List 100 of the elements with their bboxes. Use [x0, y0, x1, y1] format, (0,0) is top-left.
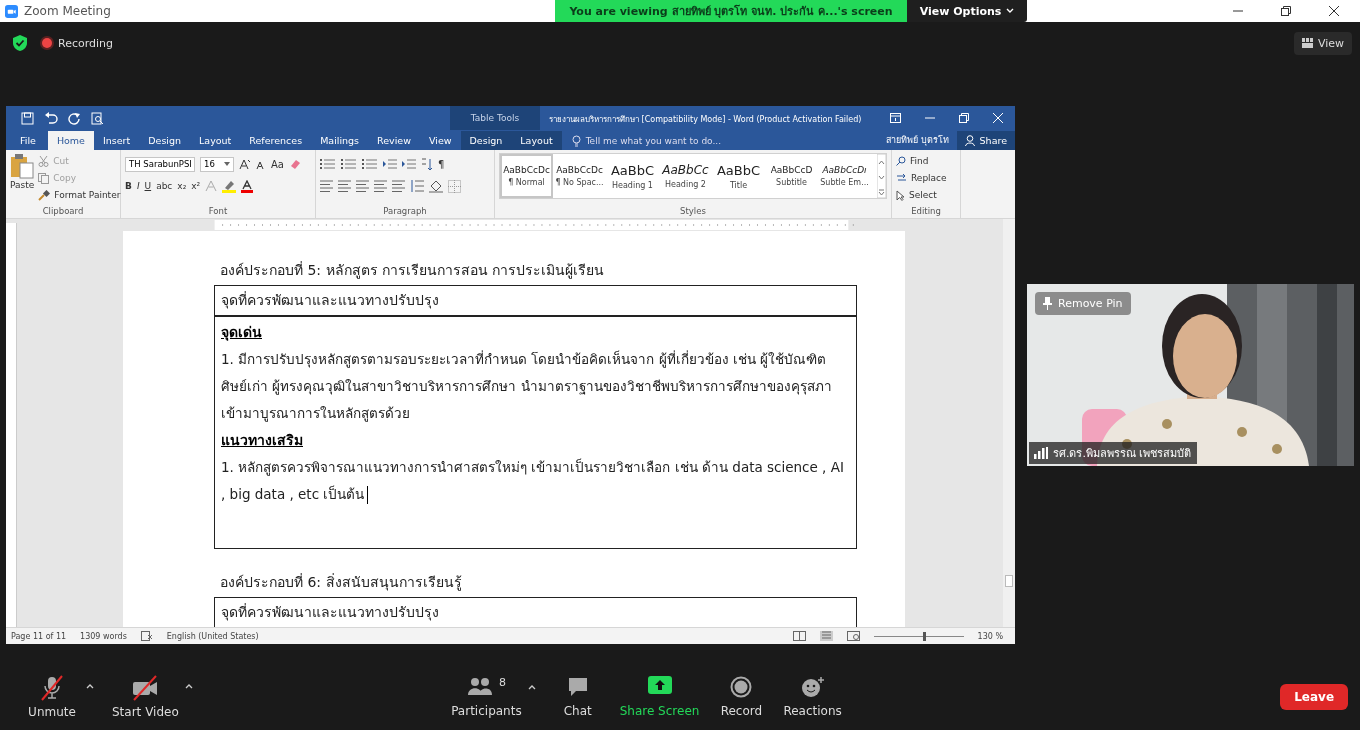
unmute-button[interactable]: Unmute [24, 675, 80, 719]
replace-button[interactable]: Replace [896, 170, 956, 186]
search-icon [896, 156, 906, 166]
document-title: รายงานผลบริหารการศึกษา [Compatibility Mode] - Word (Product Activation Failed) [549, 114, 862, 126]
word-count[interactable]: 1309 words [80, 631, 127, 641]
ribbon-tab[interactable]: File [6, 131, 48, 150]
camera-icon [131, 675, 160, 701]
style-tile[interactable]: AaBbCcD Subtitle [765, 154, 818, 198]
share-screen-icon [647, 676, 672, 694]
shield-icon[interactable] [12, 34, 28, 52]
zoom-slider[interactable] [873, 631, 964, 641]
ribbon-tab[interactable]: Insert [93, 131, 140, 150]
show-formatting-button[interactable]: ¶ [438, 158, 445, 170]
print-layout-icon[interactable] [819, 631, 833, 641]
ribbon-tab[interactable]: References [240, 131, 312, 150]
list-icon[interactable] [320, 158, 336, 170]
group-label: Editing [910, 206, 942, 216]
format-button[interactable]: B [125, 181, 132, 191]
user-name[interactable]: สายทิพย์ บุตรโท [885, 133, 949, 147]
align-icon[interactable] [356, 180, 369, 192]
reactions-button[interactable]: Reactions [783, 676, 842, 718]
subheading: แนวทางเสริม [221, 431, 304, 450]
grow-font-icon[interactable] [239, 158, 251, 170]
caret-icon[interactable] [527, 684, 536, 690]
format-button[interactable]: x₂ [177, 181, 187, 191]
align-icon[interactable] [374, 180, 387, 192]
ribbon-tab[interactable]: Design [139, 131, 191, 150]
caret-icon[interactable] [86, 683, 94, 689]
close-icon[interactable] [1328, 5, 1340, 17]
undo-icon[interactable] [44, 111, 58, 125]
highlighter-icon[interactable] [222, 179, 237, 193]
format-painter-button[interactable]: Format Painter [38, 187, 121, 203]
chat-button[interactable]: Chat [549, 676, 606, 718]
borders-icon[interactable] [448, 179, 461, 193]
find-button[interactable]: Find [896, 153, 956, 169]
style-tile[interactable]: AaBbCcDı Subtle Em... [818, 154, 871, 198]
format-button[interactable]: I [136, 181, 140, 191]
font-color-icon[interactable] [241, 179, 254, 193]
ribbon-tab[interactable]: Mailings [311, 131, 369, 150]
font-size-dropdown[interactable]: 16 [200, 156, 234, 172]
tell-me-field[interactable]: Tell me what you want to do... [571, 131, 722, 150]
style-tile[interactable]: AaBbC Title [712, 154, 765, 198]
view-options-button[interactable]: View Options [907, 0, 1027, 22]
restore-icon[interactable] [959, 113, 969, 123]
restore-icon[interactable] [1280, 5, 1292, 17]
ribbon-tab[interactable]: Layout [511, 131, 562, 150]
share-button[interactable]: Share [956, 131, 1015, 150]
leave-button[interactable]: Leave [1280, 684, 1348, 710]
change-case-button[interactable]: Aa [271, 158, 284, 170]
style-tile[interactable]: AaBbCc Heading 2 [659, 154, 712, 198]
format-button[interactable]: x² [191, 181, 201, 191]
language-status[interactable]: English (United States) [166, 631, 259, 641]
sort-icon[interactable] [421, 157, 433, 171]
group-label: Font [207, 206, 229, 216]
paragraph: 1. หลักสูตรควรพิจารณาแนวทางการนำศาสตรใหม่ๆ เข้ามาเป็นรายวิชาเลือก เช่น ด้าน data science , AI , big data , etc เป็นต้น [221, 457, 845, 506]
share-button[interactable]: Share Screen [619, 676, 700, 718]
participant-count: 8 [498, 676, 506, 689]
proofing-icon[interactable] [140, 631, 153, 641]
paste-button[interactable]: Paste [10, 153, 35, 203]
style-tile[interactable]: AaBbC Heading 1 [606, 154, 659, 198]
save-icon[interactable] [21, 111, 34, 125]
list-icon[interactable] [341, 158, 357, 170]
recording-indicator[interactable]: Recording [42, 36, 114, 50]
read-mode-icon[interactable] [792, 631, 806, 641]
indent-icon[interactable] [383, 158, 397, 170]
page-count[interactable]: Page 11 of 11 [11, 631, 67, 641]
record-button[interactable]: Record [713, 676, 770, 718]
style-tile[interactable]: AaBbCcDc ¶ Normal [500, 154, 553, 198]
format-button[interactable]: abc [156, 181, 173, 191]
align-icon[interactable] [320, 180, 333, 192]
ribbon-tab[interactable]: Design [460, 131, 512, 150]
print-preview-icon[interactable] [91, 111, 104, 125]
caret-icon [1006, 8, 1015, 14]
select-button[interactable]: Select [896, 187, 956, 203]
redo-icon[interactable] [68, 111, 81, 125]
indent-icon[interactable] [402, 158, 416, 170]
zoom-level[interactable]: 130 % [977, 631, 1003, 641]
eraser-icon[interactable] [288, 158, 302, 170]
pin-icon [1043, 297, 1052, 310]
web-layout-icon[interactable] [846, 631, 860, 641]
start-video-button[interactable]: Start Video [112, 675, 179, 719]
caret-icon[interactable] [184, 683, 193, 689]
align-icon[interactable] [392, 180, 405, 192]
gallery-scroll-icon[interactable] [877, 154, 886, 198]
format-button[interactable]: U [144, 181, 152, 191]
ribbon-tab[interactable]: Home [47, 131, 94, 150]
align-icon[interactable] [338, 180, 351, 192]
list-icon[interactable] [362, 158, 378, 170]
participants-button[interactable]: 8 Participants [451, 676, 522, 718]
ribbon-tab[interactable]: View [419, 131, 461, 150]
ribbon-display-icon[interactable] [890, 113, 901, 123]
ribbon-tab[interactable]: Review [368, 131, 420, 150]
shading-icon[interactable] [429, 179, 443, 193]
signal-icon [1034, 447, 1048, 459]
ribbon-tab[interactable]: Layout [190, 131, 241, 150]
style-tile[interactable]: AaBbCcDc ¶ No Spac... [553, 154, 606, 198]
scrollbar-thumb[interactable] [1005, 575, 1013, 587]
caret-icon [224, 162, 230, 166]
view-button[interactable]: View [1293, 31, 1352, 55]
font-name-dropdown[interactable]: TH SarabunPSI [125, 156, 195, 172]
